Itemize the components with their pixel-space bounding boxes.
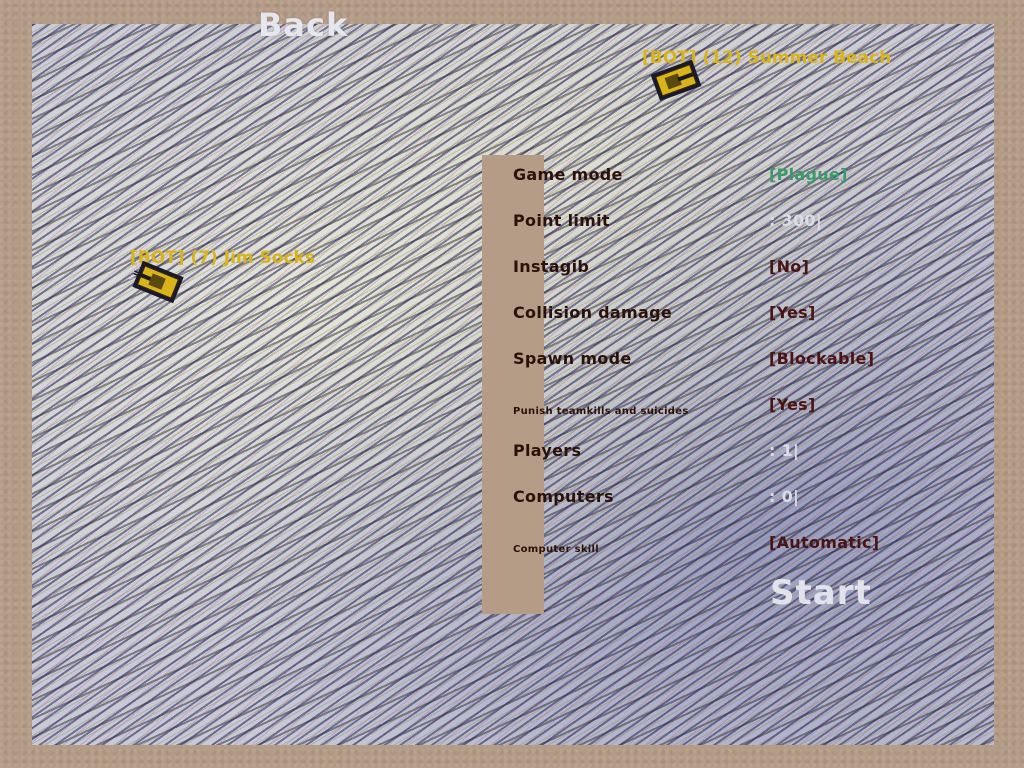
option-value-players[interactable]: : 1| <box>769 441 799 460</box>
option-label-computer-skill: Computer skill <box>513 544 599 555</box>
option-value-punish-teamkills[interactable]: [Yes] <box>769 395 816 414</box>
start-button[interactable]: Start <box>770 573 872 613</box>
bot-tank-icon <box>129 260 184 304</box>
back-button[interactable]: Back <box>258 6 348 44</box>
option-value-point-limit[interactable]: : 300| <box>769 211 822 230</box>
option-label-players: Players <box>513 441 582 460</box>
bot-tank-icon <box>650 59 706 102</box>
option-value-computer-skill[interactable]: [Automatic] <box>769 533 879 552</box>
option-value-computers[interactable]: : 0| <box>769 487 799 506</box>
option-label-game-mode: Game mode <box>513 165 623 184</box>
option-label-computers: Computers <box>513 487 614 506</box>
option-value-instagib[interactable]: [No] <box>769 257 809 276</box>
option-label-punish-teamkills: Punish teamkills and suicides <box>513 406 689 417</box>
option-value-game-mode[interactable]: [Plague] <box>769 165 848 184</box>
option-label-instagib: Instagib <box>513 257 590 276</box>
option-value-collision-damage[interactable]: [Yes] <box>769 303 816 322</box>
option-label-spawn-mode: Spawn mode <box>513 349 632 368</box>
option-value-spawn-mode[interactable]: [Blockable] <box>769 349 874 368</box>
option-label-collision-damage: Collision damage <box>513 303 672 322</box>
option-label-point-limit: Point limit <box>513 211 610 230</box>
